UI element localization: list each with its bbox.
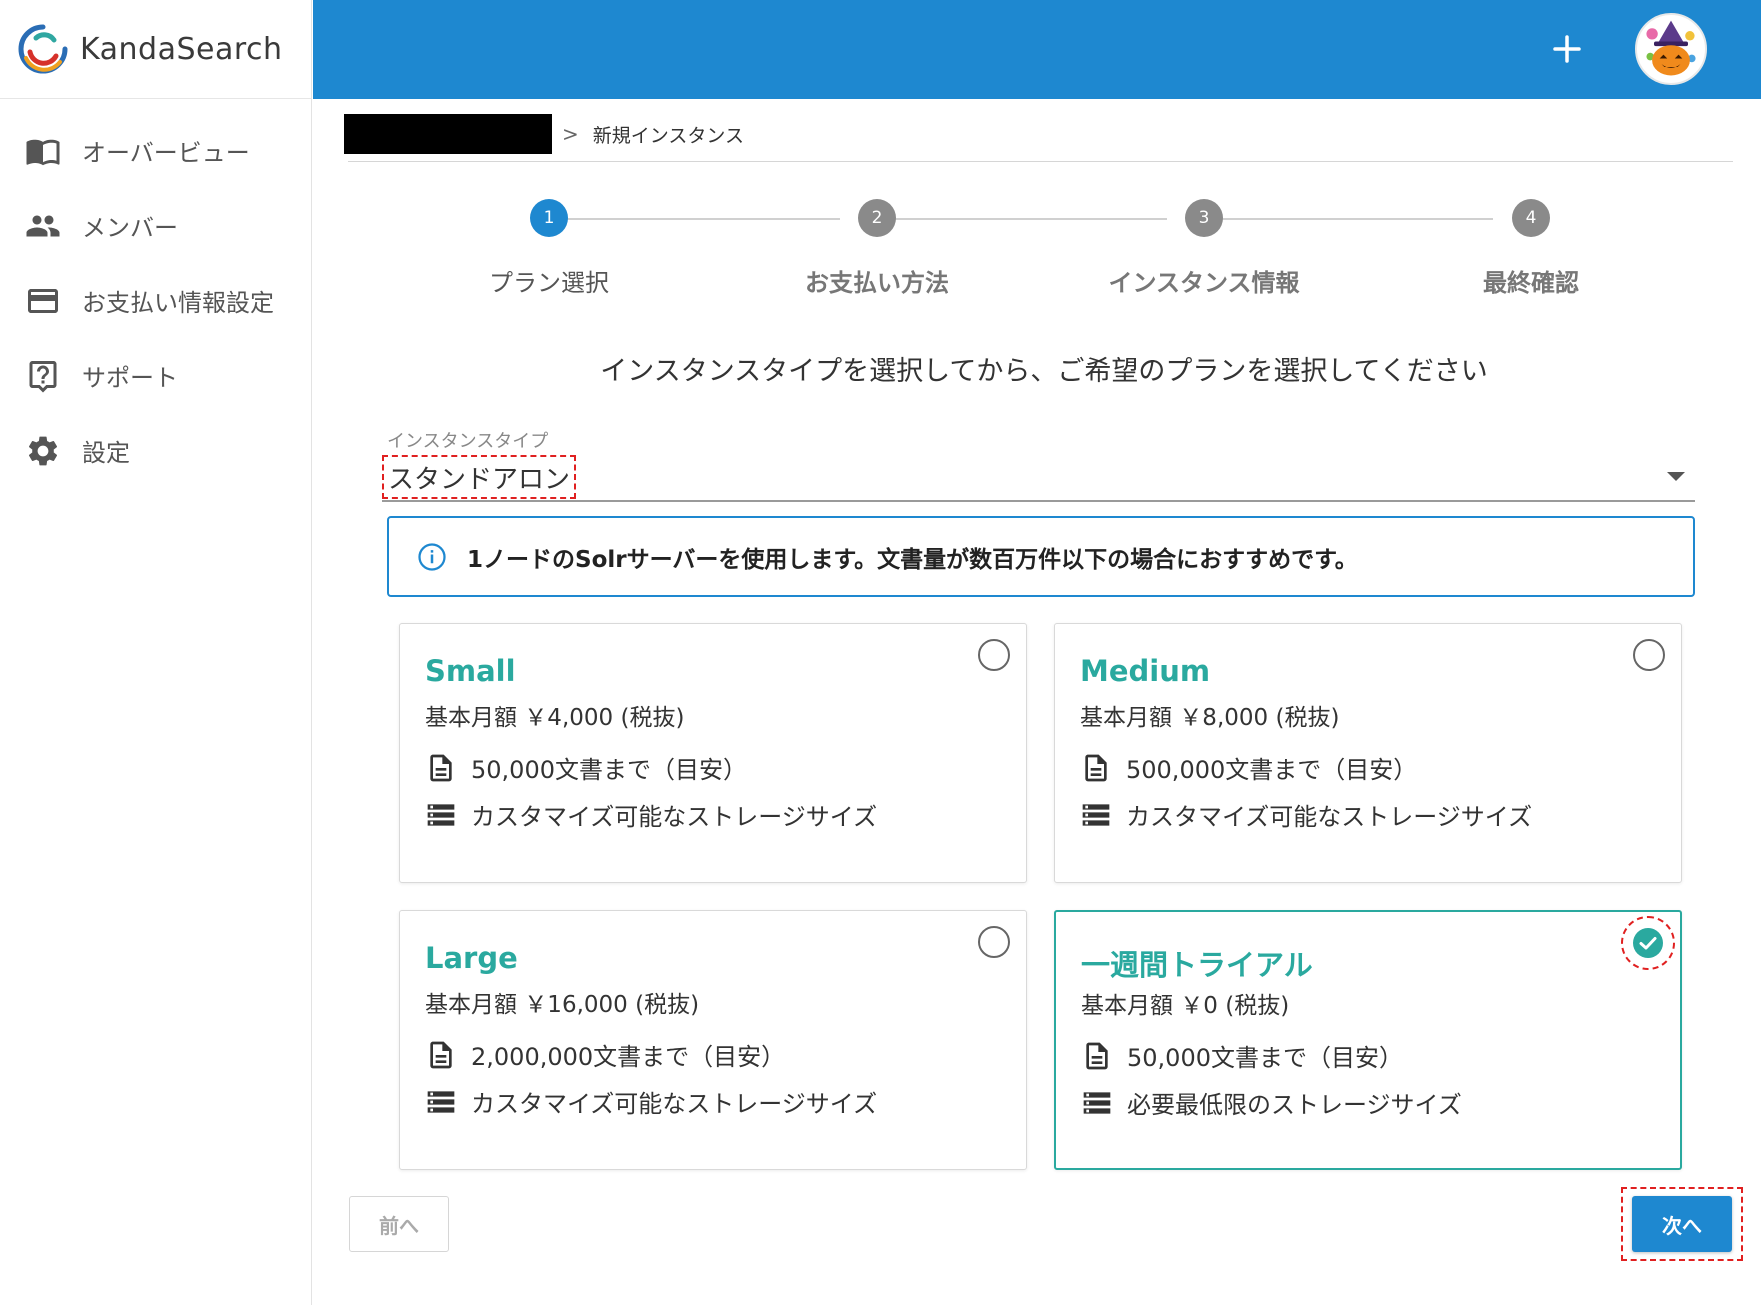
sidebar-item-label: 設定 [82,439,130,467]
step-3-circle: 3 [1185,199,1223,237]
plan-storage-text: カスタマイズ可能なストレージサイズ [471,803,878,831]
instance-type-select[interactable]: スタンドアロン [382,455,577,499]
help-icon [24,357,62,395]
document-icon [430,754,452,781]
document-icon [1086,1042,1108,1069]
plus-icon[interactable] [1545,27,1589,71]
divider [348,161,1733,162]
storage-icon [427,1090,455,1113]
kandasearch-logo-icon [18,24,68,74]
check-circle-icon[interactable] [1632,927,1664,959]
breadcrumb-redacted-link[interactable] [344,114,552,154]
plan-feature-docs: 50,000文書まで（目安） [1081,1038,1403,1073]
plan-docs-text: 2,000,000文書まで（目安） [471,1043,786,1071]
gear-icon [24,432,62,470]
plan-price: 基本月額 ￥4,000 (税抜) [425,705,685,731]
plan-feature-storage: 必要最低限のストレージサイズ [1081,1085,1462,1120]
pumpkin-avatar-icon [1646,20,1696,76]
sidebar-item-label: サポート [82,364,178,392]
plan-card-medium[interactable]: Medium 基本月額 ￥8,000 (税抜) 500,000文書まで（目安） … [1054,623,1682,883]
plan-storage-text: 必要最低限のストレージサイズ [1127,1091,1462,1119]
sidebar-item-label: お支払い情報設定 [82,289,274,317]
plan-feature-docs: 500,000文書まで（目安） [1080,750,1417,785]
storage-icon [1082,803,1110,826]
sidebar: KandaSearch オーバービュー メンバー お支払い情報設定 サポート 設… [0,0,312,1305]
sidebar-item-members[interactable]: メンバー [0,188,311,263]
step-connector [893,218,1167,220]
sidebar-nav: オーバービュー メンバー お支払い情報設定 サポート 設定 [0,99,311,488]
step-4-circle: 4 [1512,199,1550,237]
info-text: 1ノードのSolrサーバーを使用します。文書量が数百万件以下の場合におすすめです… [467,546,1358,573]
step-4-label: 最終確認 [1483,269,1579,297]
info-alert: 1ノードのSolrサーバーを使用します。文書量が数百万件以下の場合におすすめです… [387,516,1695,597]
plan-feature-storage: カスタマイズ可能なストレージサイズ [425,1084,877,1119]
plan-feature-storage: カスタマイズ可能なストレージサイズ [1080,797,1532,832]
step-connector [1220,218,1493,220]
sidebar-item-billing[interactable]: お支払い情報設定 [0,263,311,338]
sidebar-item-settings[interactable]: 設定 [0,413,311,488]
instance-type-label: インスタンスタイプ [387,431,549,452]
step-3-label: インスタンス情報 [1108,269,1300,297]
storage-icon [1083,1091,1111,1114]
plan-price: 基本月額 ￥8,000 (税抜) [1080,705,1340,731]
document-icon [430,1041,452,1068]
brand-name: KandaSearch [80,31,283,67]
brand[interactable]: KandaSearch [0,0,311,99]
sidebar-item-overview[interactable]: オーバービュー [0,113,311,188]
sidebar-item-support[interactable]: サポート [0,338,311,413]
plan-card-small[interactable]: Small 基本月額 ￥4,000 (税抜) 50,000文書まで（目安） カス… [399,623,1027,883]
storage-icon [427,803,455,826]
plan-title: Large [425,941,518,975]
next-button[interactable]: 次へ [1632,1196,1732,1252]
book-open-icon [24,132,62,170]
radio-button[interactable] [978,639,1010,671]
plan-card-large[interactable]: Large 基本月額 ￥16,000 (税抜) 2,000,000文書まで（目安… [399,910,1027,1170]
top-app-bar [313,0,1761,99]
plan-title: Medium [1080,654,1211,688]
plan-storage-text: カスタマイズ可能なストレージサイズ [471,1090,878,1118]
step-1-circle: 1 [530,199,568,237]
dropdown-arrow-icon[interactable] [1667,472,1685,481]
plan-price: 基本月額 ￥0 (税抜) [1081,993,1290,1019]
chevron-right-icon: > [562,122,579,146]
step-2-label: お支払い方法 [805,269,949,297]
credit-card-icon [24,282,62,320]
plan-docs-text: 50,000文書まで（目安） [471,756,747,784]
plan-feature-docs: 2,000,000文書まで（目安） [425,1037,785,1072]
plan-title: 一週間トライアル [1081,948,1313,982]
plan-title: Small [425,654,516,688]
info-icon [418,542,446,571]
avatar[interactable] [1635,13,1707,85]
select-underline [382,500,1695,502]
people-icon [24,207,62,245]
radio-button[interactable] [978,926,1010,958]
document-icon [1085,754,1107,781]
breadcrumb-current: 新規インスタンス [592,124,745,147]
plan-price: 基本月額 ￥16,000 (税抜) [425,992,700,1018]
sidebar-item-label: メンバー [82,214,178,242]
breadcrumb: > 新規インスタンス [344,114,744,154]
step-2-circle: 2 [858,199,896,237]
sidebar-item-label: オーバービュー [82,139,250,167]
plan-feature-storage: カスタマイズ可能なストレージサイズ [425,797,877,832]
step-1-label: プラン選択 [489,269,609,297]
plan-storage-text: カスタマイズ可能なストレージサイズ [1126,803,1533,831]
prev-button[interactable]: 前へ [349,1196,449,1252]
instruction-text: インスタンスタイプを選択してから、ご希望のプランを選択してください [600,356,1488,387]
plan-feature-docs: 50,000文書まで（目安） [425,750,747,785]
plan-docs-text: 50,000文書まで（目安） [1127,1044,1403,1072]
radio-button[interactable] [1633,639,1665,671]
step-connector [567,218,840,220]
plan-docs-text: 500,000文書まで（目安） [1126,756,1418,784]
plan-card-trial[interactable]: 一週間トライアル 基本月額 ￥0 (税抜) 50,000文書まで（目安） 必要最… [1054,910,1682,1170]
